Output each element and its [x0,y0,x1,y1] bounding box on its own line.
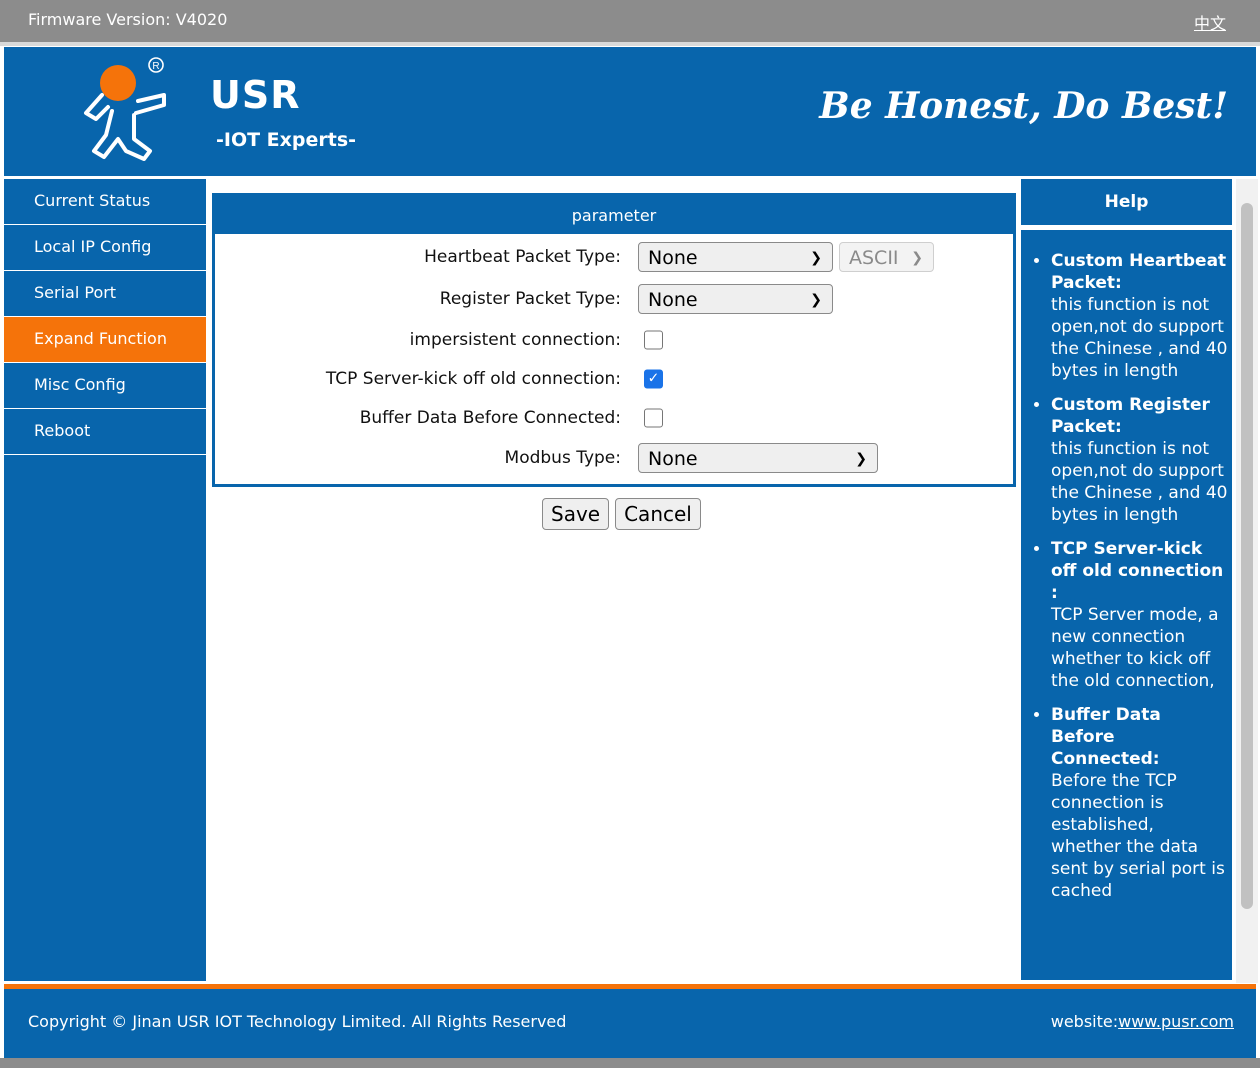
action-buttons: Save Cancel [542,498,701,530]
chevron-down-icon: ❯ [855,451,867,467]
sidebar-item-serial-port[interactable]: Serial Port [4,271,206,317]
help-item-text: Before the TCP connection is established… [1051,771,1225,901]
firmware-version: Firmware Version: V4020 [28,10,227,29]
impersistent-checkbox[interactable] [644,330,663,349]
top-bar: Firmware Version: V4020 中文 [0,0,1260,42]
help-item-text: this function is not open,not do support… [1051,295,1228,381]
help-item: TCP Server-kick off old connection : TCP… [1051,538,1228,692]
modbus-type-value: None [648,448,698,470]
bottom-border [0,1058,1260,1068]
svg-text:R: R [152,61,159,72]
sidebar-item-reboot[interactable]: Reboot [4,409,206,455]
heartbeat-type-value: None [648,247,698,269]
chevron-down-icon: ❯ [810,292,822,308]
kick-old-connection-checkbox[interactable]: ✓ [644,369,663,388]
header-banner: R USR -IOT Experts- Be Honest, Do Best! [4,47,1256,176]
scrollbar-thumb[interactable] [1241,203,1253,909]
modbus-row: Modbus Type: None ❯ [215,437,1013,479]
save-button[interactable]: Save [542,498,610,530]
heartbeat-type-select[interactable]: None ❯ [638,242,833,272]
help-item-title: Custom Heartbeat Packet: [1051,251,1227,293]
scrollbar[interactable] [1236,179,1258,983]
copyright-text: Copyright © Jinan USR IOT Technology Lim… [28,1012,567,1031]
parameter-panel: parameter Heartbeat Packet Type: None ❯ … [212,193,1016,487]
buffer-label: Buffer Data Before Connected: [359,407,621,428]
impersistent-row: impersistent connection: [215,320,1013,359]
register-type-select[interactable]: None ❯ [638,284,833,314]
top-divider [0,42,1260,46]
help-item: Custom Heartbeat Packet: this function i… [1051,250,1228,382]
sidebar-nav: Current Status Local IP Config Serial Po… [4,179,206,981]
register-row: Register Packet Type: None ❯ [215,278,1013,320]
sidebar-item-misc-config[interactable]: Misc Config [4,363,206,409]
usr-logo-icon: R [84,57,166,161]
help-item: Buffer Data Before Connected: Before the… [1051,704,1228,902]
footer: Copyright © Jinan USR IOT Technology Lim… [4,989,1256,1058]
website-info: website:www.pusr.com [1051,1012,1234,1031]
impersistent-label: impersistent connection: [409,329,621,350]
sidebar-item-local-ip-config[interactable]: Local IP Config [4,225,206,271]
help-item-title: Buffer Data Before Connected: [1051,705,1161,769]
help-item-title: Custom Register Packet: [1051,395,1210,437]
help-item-title: TCP Server-kick off old connection : [1051,539,1224,603]
panel-title: parameter [215,196,1013,234]
sidebar-item-expand-function[interactable]: Expand Function [4,317,206,363]
chevron-down-icon: ❯ [911,250,923,266]
website-label: website: [1050,1012,1119,1031]
register-label: Register Packet Type: [439,289,621,309]
kick-row: TCP Server-kick off old connection: ✓ [215,359,1013,398]
help-panel: Custom Heartbeat Packet: this function i… [1021,230,1232,980]
slogan: Be Honest, Do Best! [819,85,1228,127]
help-title: Help [1021,179,1232,225]
heartbeat-encoding-select: ASCII ❯ [839,242,934,272]
brand-name: USR [210,73,301,117]
register-type-value: None [648,289,698,311]
firmware-label: Firmware Version: [28,10,171,29]
main-content: parameter Heartbeat Packet Type: None ❯ … [212,193,1016,530]
chevron-down-icon: ❯ [810,250,822,266]
kick-label: TCP Server-kick off old connection: [325,368,621,389]
heartbeat-encoding-value: ASCII [849,247,899,269]
firmware-value: V4020 [175,10,228,29]
language-switch-link[interactable]: 中文 [1194,10,1226,34]
website-link[interactable]: www.pusr.com [1118,1012,1234,1031]
brand-tagline: -IOT Experts- [216,129,357,151]
heartbeat-label: Heartbeat Packet Type: [424,247,621,267]
cancel-button[interactable]: Cancel [615,498,701,530]
sidebar-item-current-status[interactable]: Current Status [4,179,206,225]
buffer-data-checkbox[interactable] [644,408,663,427]
help-item-text: this function is not open,not do support… [1051,439,1228,525]
modbus-label: Modbus Type: [504,448,621,468]
help-item-text: TCP Server mode, a new connection whethe… [1051,605,1219,691]
buffer-row: Buffer Data Before Connected: [215,398,1013,437]
help-item: Custom Register Packet: this function is… [1051,394,1228,526]
heartbeat-row: Heartbeat Packet Type: None ❯ ASCII ❯ [215,236,1013,278]
modbus-type-select[interactable]: None ❯ [638,443,878,473]
